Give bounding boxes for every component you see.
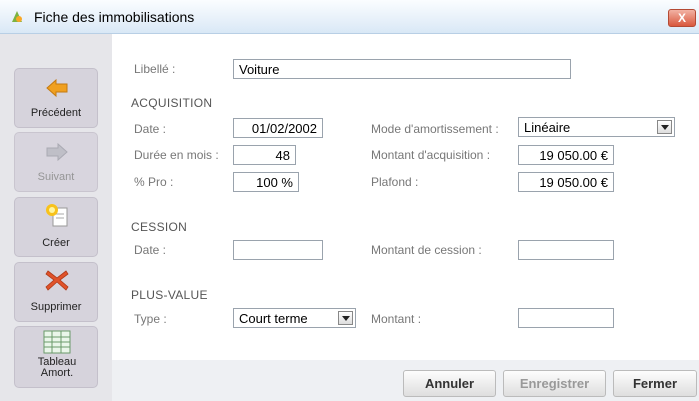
create-button[interactable]: Créer [14, 197, 98, 257]
cession-date-label: Date : [134, 243, 167, 257]
acquisition-date-label: Date : [134, 122, 167, 136]
chevron-down-icon[interactable] [657, 120, 672, 134]
pro-input[interactable]: 100 % [233, 172, 299, 192]
save-button[interactable]: Enregistrer [503, 370, 606, 397]
sidebar: Précédent Suivant Créer Supprimer Tablea… [0, 34, 112, 401]
chevron-down-icon[interactable] [338, 311, 353, 325]
table-icon [43, 330, 71, 354]
amortization-table-label: Tableau Amort. [37, 356, 77, 379]
montant-cession-input[interactable] [518, 240, 614, 260]
type-select-value: Court terme [239, 311, 308, 326]
duree-label: Durée en mois : [134, 148, 219, 162]
window-title: Fiche des immobilisations [34, 9, 195, 25]
title-bar: Fiche des immobilisations X [0, 0, 699, 34]
close-icon: X [678, 11, 687, 25]
plus-value-section-title: PLUS-VALUE [131, 288, 208, 302]
mode-label: Mode d'amortissement : [371, 122, 499, 136]
montant-cession-label: Montant de cession : [371, 243, 482, 257]
mode-select-value: Linéaire [524, 120, 571, 135]
arrow-right-icon [46, 142, 68, 162]
amortization-table-button[interactable]: Tableau Amort. [14, 326, 98, 388]
cancel-button[interactable]: Annuler [403, 370, 496, 397]
close-button[interactable]: X [668, 9, 696, 27]
montant-acquisition-label: Montant d'acquisition : [371, 148, 491, 162]
next-label: Suivant [37, 171, 75, 183]
delete-icon [45, 270, 69, 291]
new-document-icon [46, 204, 68, 227]
previous-button[interactable]: Précédent [14, 68, 98, 128]
montant-plus-value-label: Montant : [371, 312, 422, 326]
app-icon [12, 11, 22, 22]
delete-label: Supprimer [30, 301, 82, 313]
montant-plus-value-input[interactable] [518, 308, 614, 328]
previous-label: Précédent [30, 107, 82, 119]
mode-select[interactable]: Linéaire [518, 117, 675, 137]
form-area [112, 34, 699, 401]
cession-date-input[interactable] [233, 240, 323, 260]
montant-acquisition-input[interactable]: 19 050.00 € [518, 145, 614, 165]
pro-label: % Pro : [134, 175, 174, 189]
plafond-input[interactable]: 19 050.00 € [518, 172, 614, 192]
duree-input[interactable]: 48 [233, 145, 296, 165]
close-window-button[interactable]: Fermer [613, 370, 697, 397]
create-label: Créer [42, 237, 70, 249]
arrow-left-icon [46, 78, 68, 98]
type-label: Type : [134, 312, 167, 326]
libelle-input[interactable]: Voiture [233, 59, 571, 79]
cession-section-title: CESSION [131, 220, 188, 234]
libelle-label: Libellé : [134, 62, 176, 76]
acquisition-date-input[interactable]: 01/02/2002 [233, 118, 323, 138]
type-select[interactable]: Court terme [233, 308, 356, 328]
acquisition-section-title: ACQUISITION [131, 96, 213, 110]
next-button[interactable]: Suivant [14, 132, 98, 192]
delete-button[interactable]: Supprimer [14, 262, 98, 322]
plafond-label: Plafond : [371, 175, 419, 189]
